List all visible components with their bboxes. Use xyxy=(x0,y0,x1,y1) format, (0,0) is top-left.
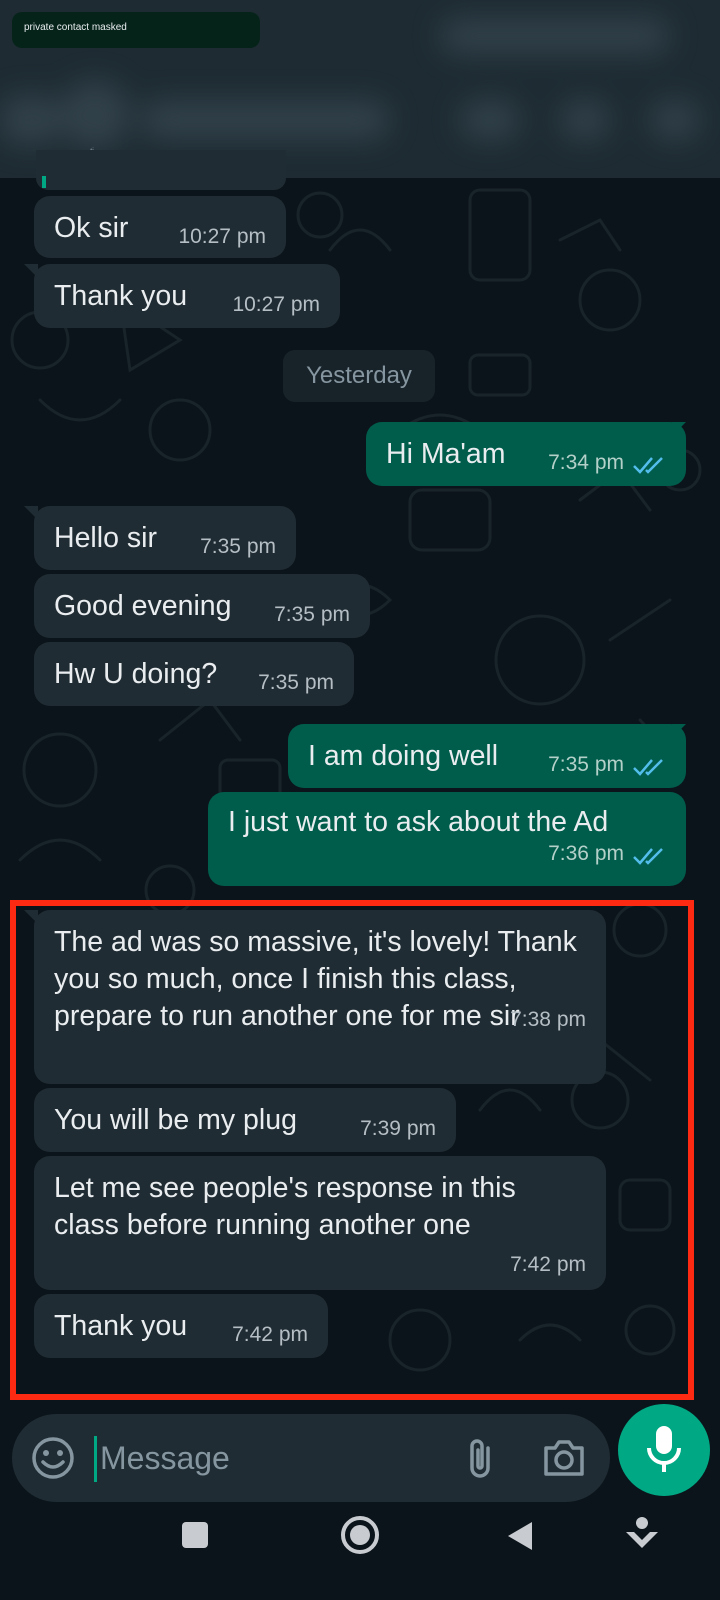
message-incoming[interactable]: Ok sir 10:27 pm xyxy=(34,196,286,258)
square-icon[interactable] xyxy=(180,1520,210,1550)
message-incoming[interactable]: Let me see people's response in this cla… xyxy=(34,1156,606,1290)
message-time: 7:35 pm xyxy=(274,603,350,626)
message-text: Hw U doing? xyxy=(54,658,218,690)
message-text: Thank you xyxy=(54,1310,188,1342)
emoji-icon[interactable] xyxy=(30,1435,76,1481)
system-navigation-bar xyxy=(0,1510,720,1600)
message-time: 7:42 pm xyxy=(232,1323,308,1346)
message-time: 7:39 pm xyxy=(360,1117,436,1140)
message-incoming[interactable]: Hw U doing? 7:35 pm xyxy=(34,642,354,706)
message-time: 7:35 pm xyxy=(548,753,624,776)
message-text: Hi Ma'am xyxy=(386,438,506,470)
message-time: 7:38 pm xyxy=(510,1008,586,1031)
message-outgoing[interactable]: I just want to ask about the Ad 7:36 pm xyxy=(208,792,686,886)
message-text: I just want to ask about the Ad xyxy=(228,806,609,838)
message-time: 7:42 pm xyxy=(510,1253,586,1276)
double-check-icon xyxy=(633,848,663,865)
paperclip-icon[interactable] xyxy=(462,1436,502,1482)
message-incoming[interactable]: Thank you 7:42 pm xyxy=(34,1294,328,1358)
message-text: Hello sir xyxy=(54,522,157,554)
double-check-icon xyxy=(633,759,663,776)
message-composer xyxy=(12,1414,610,1502)
message-time: 7:36 pm xyxy=(548,842,624,865)
double-check-icon xyxy=(633,457,663,474)
message-list[interactable]: Ok sir 10:27 pm Thank you 10:27 pm Yeste… xyxy=(0,0,720,1358)
circle-icon[interactable] xyxy=(338,1513,382,1557)
message-time: 10:27 pm xyxy=(178,225,266,248)
message-text: Let me see people's response in this cla… xyxy=(54,1172,516,1241)
message-incoming[interactable]: Hello sir 7:35 pm xyxy=(34,506,296,570)
message-time: 7:35 pm xyxy=(258,671,334,694)
message-incoming[interactable]: You will be my plug 7:39 pm xyxy=(34,1088,456,1152)
accessibility-icon[interactable] xyxy=(624,1516,660,1552)
message-incoming[interactable]: The ad was so massive, it's lovely! Than… xyxy=(34,910,606,1084)
message-time: 7:35 pm xyxy=(200,535,276,558)
message-input[interactable] xyxy=(100,1428,440,1488)
message-incoming[interactable]: Good evening 7:35 pm xyxy=(34,574,370,638)
chat-screen: private contact masked ti Ok sir 10:27 p… xyxy=(0,0,720,1600)
message-text: I am doing well xyxy=(308,740,499,772)
message-text: The ad was so massive, it's lovely! Than… xyxy=(54,926,577,1032)
message-text: You will be my plug xyxy=(54,1104,297,1136)
date-divider: Yesterday xyxy=(283,350,435,402)
message-text: Thank you xyxy=(54,280,188,312)
message-text: Good evening xyxy=(54,590,232,622)
message-outgoing[interactable]: Hi Ma'am 7:34 pm xyxy=(366,422,686,486)
microphone-icon xyxy=(647,1426,681,1472)
message-text: Ok sir xyxy=(54,212,129,244)
microphone-button[interactable] xyxy=(618,1404,710,1496)
message-time: 7:34 pm xyxy=(548,451,624,474)
text-cursor xyxy=(94,1436,97,1482)
camera-icon[interactable] xyxy=(540,1436,588,1480)
message-incoming[interactable]: Thank you 10:27 pm xyxy=(34,264,340,328)
message-outgoing[interactable]: I am doing well 7:35 pm xyxy=(288,724,686,788)
message-time: 10:27 pm xyxy=(232,293,320,316)
triangle-back-icon[interactable] xyxy=(506,1520,536,1552)
